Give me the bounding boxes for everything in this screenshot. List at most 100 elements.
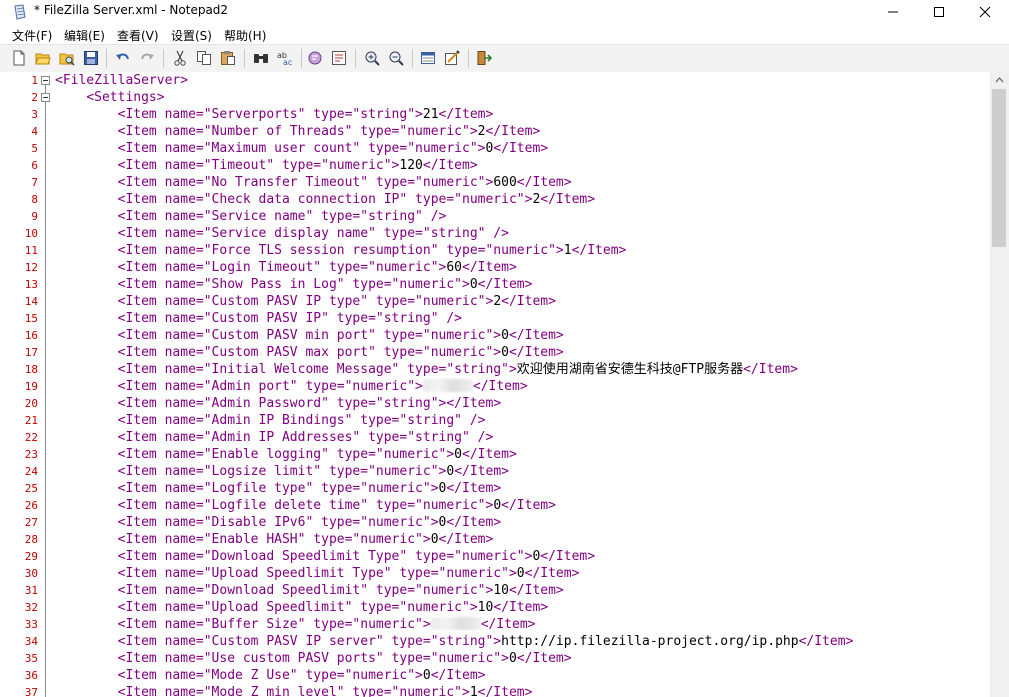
line-number: 12	[24, 261, 38, 274]
code-line[interactable]: 34 <Item name="Custom PASV IP server" ty…	[0, 633, 990, 650]
code-line[interactable]: 1 <FileZillaServer>	[0, 72, 990, 89]
code-line[interactable]: 18 <Item name="Initial Welcome Message" …	[0, 361, 990, 378]
notepad2-app-icon	[12, 4, 28, 20]
code-line[interactable]: 14 <Item name="Custom PASV IP type" type…	[0, 293, 990, 310]
code-line[interactable]: 19 <Item name="Admin port" type="numeric…	[0, 378, 990, 395]
menu-help[interactable]: 帮助(H)	[224, 27, 266, 44]
toolbar-separator	[355, 49, 356, 68]
view-icon[interactable]	[331, 50, 347, 66]
menu-edit[interactable]: 编辑(E)	[64, 27, 105, 44]
code-line[interactable]: 25 <Item name="Logfile type" type="numer…	[0, 480, 990, 497]
code-line[interactable]: 28 <Item name="Enable HASH" type="numeri…	[0, 531, 990, 548]
code-line[interactable]: 32 <Item name="Upload Speedlimit" type="…	[0, 599, 990, 616]
code-text: <Item name="Custom PASV IP" type="string…	[117, 311, 462, 326]
line-number: 26	[24, 499, 38, 512]
code-text: <FileZillaServer>	[55, 73, 189, 88]
browse-icon[interactable]	[59, 50, 75, 66]
menu-file[interactable]: 文件(F)	[12, 27, 52, 44]
code-line[interactable]: 26 <Item name="Logfile delete time" type…	[0, 497, 990, 514]
line-number: 6	[31, 159, 38, 172]
code-text: <Item name="Custom PASV IP type" type="n…	[117, 294, 556, 309]
line-number: 31	[24, 584, 38, 597]
menu-view[interactable]: 查看(V)	[117, 27, 159, 44]
code-line[interactable]: 7 <Item name="No Transfer Timeout" type=…	[0, 174, 990, 191]
paste-icon[interactable]	[220, 50, 236, 66]
editor-area[interactable]: 1 <FileZillaServer> 2 <Settings> 3 <Item na…	[0, 72, 990, 697]
code-line[interactable]: 24 <Item name="Logsize limit" type="nume…	[0, 463, 990, 480]
zoom-out-icon[interactable]	[388, 50, 404, 66]
line-number: 14	[24, 295, 38, 308]
fold-toggle-settings[interactable]	[41, 93, 50, 102]
code-line[interactable]: 36 <Item name="Mode Z Use" type="numeric…	[0, 667, 990, 684]
line-number: 33	[24, 618, 38, 631]
line-number: 16	[24, 329, 38, 342]
code-line[interactable]: 11 <Item name="Force TLS session resumpt…	[0, 242, 990, 259]
undo-icon[interactable]	[115, 50, 131, 66]
replace-icon[interactable]: ab ac	[277, 50, 293, 66]
close-button[interactable]	[962, 0, 1008, 24]
chevron-up-icon	[995, 77, 1004, 83]
redacted-value	[422, 379, 473, 392]
maximize-button[interactable]	[916, 0, 962, 24]
code-line[interactable]: 13 <Item name="Show Pass in Log" type="n…	[0, 276, 990, 293]
redacted-value	[430, 617, 481, 630]
redo-icon[interactable]	[139, 50, 155, 66]
settings-icon[interactable]	[444, 50, 460, 66]
code-line[interactable]: 17 <Item name="Custom PASV max port" typ…	[0, 344, 990, 361]
line-number: 21	[24, 414, 38, 427]
scrollbar-thumb[interactable]	[992, 89, 1006, 247]
code-line[interactable]: 29 <Item name="Download Speedlimit Type"…	[0, 548, 990, 565]
line-number: 34	[24, 635, 38, 648]
code-line[interactable]: 16 <Item name="Custom PASV min port" typ…	[0, 327, 990, 344]
code-line[interactable]: 5 <Item name="Maximum user count" type="…	[0, 140, 990, 157]
scroll-up-button[interactable]	[990, 72, 1009, 89]
wordwrap-icon[interactable]	[307, 50, 323, 66]
code-line[interactable]: 9 <Item name="Service name" type="string…	[0, 208, 990, 225]
scheme-icon[interactable]	[420, 50, 436, 66]
code-line[interactable]: 27 <Item name="Disable IPv6" type="numer…	[0, 514, 990, 531]
minimize-button[interactable]	[870, 0, 916, 24]
code-line[interactable]: 21 <Item name="Admin IP Bindings" type="…	[0, 412, 990, 429]
code-line[interactable]: 30 <Item name="Upload Speedlimit Type" t…	[0, 565, 990, 582]
code-line[interactable]: 23 <Item name="Enable logging" type="num…	[0, 446, 990, 463]
line-number: 20	[24, 397, 38, 410]
code-text: <Item name="Mode Z min level" type="nume…	[117, 685, 533, 697]
save-icon[interactable]	[83, 50, 99, 66]
cut-icon[interactable]	[172, 50, 188, 66]
code-text: <Item name="Upload Speedlimit" type="num…	[117, 600, 549, 615]
copy-icon[interactable]	[196, 50, 212, 66]
code-text: <Item name="Buffer Size" type="numeric">…	[117, 617, 536, 632]
code-text: <Item name="Logfile delete time" type="n…	[117, 498, 556, 513]
vertical-scrollbar[interactable]	[990, 72, 1009, 697]
code-line[interactable]: 6 <Item name="Timeout" type="numeric">12…	[0, 157, 990, 174]
new-icon[interactable]	[11, 50, 27, 66]
code-line[interactable]: 22 <Item name="Admin IP Addresses" type=…	[0, 429, 990, 446]
code-line[interactable]: 10 <Item name="Service display name" typ…	[0, 225, 990, 242]
code-line[interactable]: 12 <Item name="Login Timeout" type="nume…	[0, 259, 990, 276]
code-line[interactable]: 37 <Item name="Mode Z min level" type="n…	[0, 684, 990, 697]
code-line[interactable]: 15 <Item name="Custom PASV IP" type="str…	[0, 310, 990, 327]
code-line[interactable]: 8 <Item name="Check data connection IP" …	[0, 191, 990, 208]
code-text: <Item name="Service name" type="string" …	[117, 209, 447, 224]
code-text: <Item name="Initial Welcome Message" typ…	[117, 362, 798, 377]
code-line[interactable]: 4 <Item name="Number of Threads" type="n…	[0, 123, 990, 140]
code-line[interactable]: 2 <Settings>	[0, 89, 990, 106]
code-line[interactable]: 33 <Item name="Buffer Size" type="numeri…	[0, 616, 990, 633]
zoom-in-icon[interactable]	[364, 50, 380, 66]
toolbar: ab ac	[0, 44, 1009, 74]
code-text: <Item name="Mode Z Use" type="numeric">0…	[117, 668, 486, 683]
exit-icon[interactable]	[476, 50, 492, 66]
fold-toggle-filezillaserver[interactable]	[41, 76, 50, 85]
menu-settings[interactable]: 设置(S)	[171, 27, 212, 44]
open-icon[interactable]	[35, 50, 51, 66]
code-line[interactable]: 3 <Item name="Serverports" type="string"…	[0, 106, 990, 123]
code-line[interactable]: 31 <Item name="Download Speedlimit" type…	[0, 582, 990, 599]
code-text: <Item name="Custom PASV min port" type="…	[117, 328, 564, 343]
line-number: 32	[24, 601, 38, 614]
find-icon[interactable]	[253, 50, 269, 66]
code-text: <Item name="Logsize limit" type="numeric…	[117, 464, 509, 479]
code-line[interactable]: 35 <Item name="Use custom PASV ports" ty…	[0, 650, 990, 667]
toolbar-separator	[106, 49, 107, 68]
code-text: <Settings>	[86, 90, 165, 105]
code-line[interactable]: 20 <Item name="Admin Password" type="str…	[0, 395, 990, 412]
